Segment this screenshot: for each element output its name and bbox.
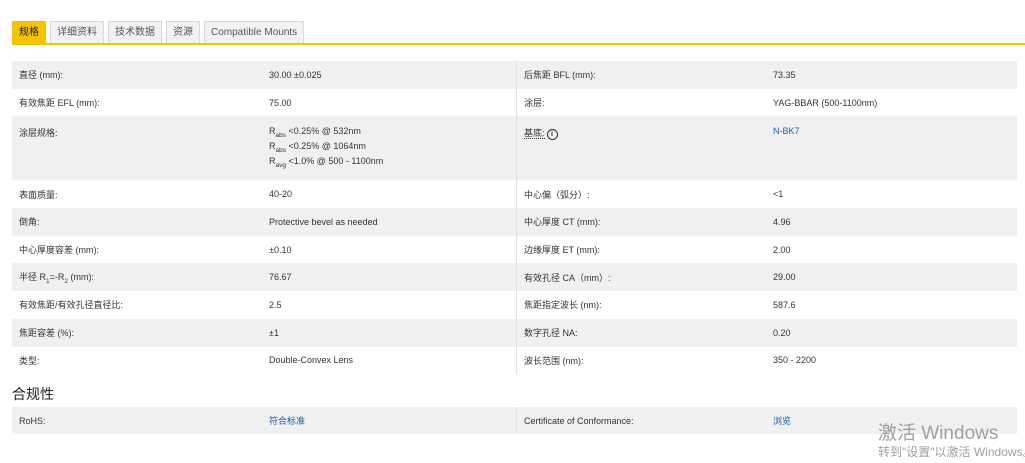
table-row: 半径 R1=-R2 (mm): 76.67 有效孔径 CA（mm）: 29.00 (12, 263, 1017, 292)
spec-label: 有效焦距 EFL (mm): (19, 98, 100, 109)
table-row: 涂层规格: Rabs <0.25% @ 532nm Rabs <0.25% @ … (12, 116, 1017, 181)
spec-label: 焦距指定波长 (nm): (516, 291, 766, 319)
table-row: 焦距容差 (%): ±1 数字孔径 NA: 0.20 (12, 318, 1017, 347)
spec-value: 4.96 (766, 208, 1017, 236)
spec-value: 30.00 ±0.025 (262, 61, 517, 89)
table-row: RoHS: 符合标准 Certificate of Conformance: 浏… (12, 407, 1017, 434)
spec-value: 40-20 (269, 189, 293, 200)
spec-table: 直径 (mm): 30.00 ±0.025 后焦距 BFL (mm): 73.3… (12, 61, 1017, 375)
table-row: 表面质量: 40-20 中心偏（弧分）: <1 (12, 180, 1017, 209)
tab-details[interactable]: 详细资料 (50, 21, 104, 43)
rohs-link[interactable]: 符合标准 (269, 416, 305, 426)
spec-label: 类型: (19, 355, 40, 366)
tab-bar: 规格 详细资料 技术数据 资源 Compatible Mounts (12, 21, 305, 43)
spec-label: 中心厚度容差 (mm): (19, 245, 99, 256)
watermark-subtitle: 转到"设置"以激活 Windows。 (878, 445, 1025, 459)
compliance-table: RoHS: 符合标准 Certificate of Conformance: 浏… (12, 407, 1017, 434)
spec-value: 2.5 (269, 299, 282, 310)
tab-compatible-mounts[interactable]: Compatible Mounts (204, 21, 305, 43)
table-row: 有效焦距/有效孔径直径比: 2.5 焦距指定波长 (nm): 587.6 (12, 291, 1017, 319)
coating-line: Rabs <0.25% @ 532nm (269, 126, 361, 140)
spec-value: 29.00 (766, 263, 1017, 292)
spec-label: 后焦距 BFL (mm): (516, 61, 766, 89)
watermark-title: 激活 Windows (878, 423, 999, 444)
table-row: 直径 (mm): 30.00 ±0.025 后焦距 BFL (mm): 73.3… (12, 61, 1017, 89)
substrate-link[interactable]: N-BK7 (773, 126, 800, 136)
spec-value: <1 (773, 189, 784, 200)
spec-label: 有效焦距/有效孔径直径比: (19, 300, 124, 311)
tab-specs[interactable]: 规格 (12, 21, 46, 43)
table-row: 类型: Double-Convex Lens 波长范围 (nm): 350 - … (12, 346, 1017, 375)
certificate-browse-link[interactable]: 浏览 (773, 416, 791, 426)
spec-label: 直径 (mm): (12, 61, 262, 89)
spec-label: 边缘厚度 ET (mm): (516, 235, 766, 264)
spec-value: 75.00 (269, 97, 292, 108)
compliance-label: RoHS: (12, 407, 262, 434)
spec-label: 中心偏（弧分）: (516, 180, 766, 209)
spec-label: 表面质量: (19, 189, 58, 200)
spec-label: 焦距容差 (%): (12, 318, 262, 347)
spec-label: 涂层规格: (12, 116, 262, 181)
spec-value: 2.00 (773, 244, 791, 255)
spec-value: Protective bevel as needed (262, 208, 517, 236)
coating-line: Ravg <1.0% @ 500 - 1100nm (269, 155, 384, 169)
compliance-label: Certificate of Conformance: (516, 407, 766, 434)
spec-value: ±1 (262, 318, 517, 347)
spec-value: YAG-BBAR (500-1100nm) (773, 97, 878, 108)
spec-label: 中心厚度 CT (mm): (516, 208, 766, 236)
spec-label: 半径 R1=-R2 (mm): (12, 263, 262, 292)
tab-underline (12, 43, 1025, 45)
spec-value: 0.20 (766, 318, 1017, 347)
spec-label: 数字孔径 NA: (516, 318, 766, 347)
spec-label: 涂层: (516, 88, 766, 117)
table-row: 倒角: Protective bevel as needed 中心厚度 CT (… (12, 208, 1017, 236)
spec-label: 基底: i (516, 116, 766, 181)
spec-value: 587.6 (773, 299, 796, 310)
table-row: 中心厚度容差 (mm): ±0.10 边缘厚度 ET (mm): 2.00 (12, 235, 1017, 264)
coating-spec-value: Rabs <0.25% @ 532nm Rabs <0.25% @ 1064nm… (262, 116, 517, 181)
coating-line: Rabs <0.25% @ 1064nm (269, 141, 366, 154)
table-row: 有效焦距 EFL (mm): 75.00 涂层: YAG-BBAR (500-1… (12, 88, 1017, 117)
spec-value: Double-Convex Lens (269, 355, 354, 366)
compliance-heading: 合规性 (12, 386, 54, 402)
spec-label: 有效孔径 CA（mm）: (516, 263, 766, 292)
spec-value: ±0.10 (269, 244, 292, 255)
tab-resources[interactable]: 资源 (166, 21, 200, 43)
spec-label: 波长范围 (nm): (516, 346, 766, 375)
spec-value: N-BK7 (766, 116, 1017, 181)
spec-value: 73.35 (766, 61, 1017, 89)
spec-label: 倒角: (12, 208, 262, 236)
info-icon[interactable]: i (546, 129, 558, 141)
windows-activation-watermark: 激活 Windows 转到"设置"以激活 Windows。 (878, 424, 1025, 460)
spec-value: 76.67 (262, 263, 517, 292)
compliance-value: 符合标准 (262, 407, 517, 434)
tab-technical-data[interactable]: 技术数据 (108, 21, 162, 43)
spec-value: 350 - 2200 (773, 355, 817, 366)
